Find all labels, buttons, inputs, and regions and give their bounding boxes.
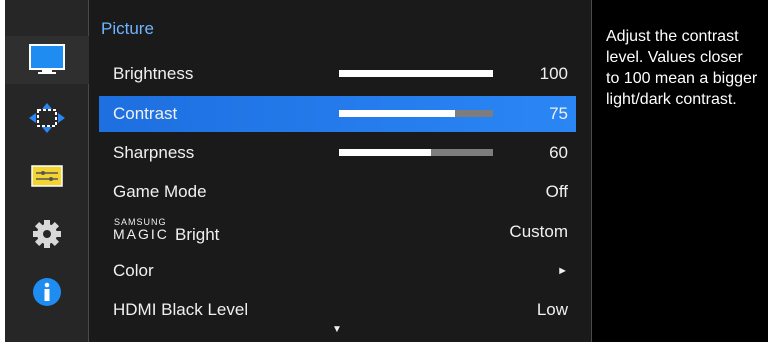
menu-item-value: Custom xyxy=(509,222,568,241)
help-panel: Adjust the contrast level. Values closer… xyxy=(592,0,768,342)
sidebar-item-onscreen-display[interactable] xyxy=(5,94,89,142)
menu-item-magic-bright[interactable]: SAMSUNG MAGIC Bright Custom xyxy=(99,214,576,250)
scroll-down-icon[interactable]: ▼ xyxy=(332,324,342,335)
menu-item-value: Off xyxy=(545,182,568,201)
brightness-level-fill xyxy=(339,70,493,77)
menu-item-label: HDMI Black Level xyxy=(113,300,249,319)
picture-menu: Picture Brightness 100 Contrast 75 Sharp… xyxy=(89,0,592,342)
submenu-arrow-icon: ► xyxy=(557,265,568,277)
sidebar xyxy=(5,0,89,342)
menu-item-label: Contrast xyxy=(113,104,178,123)
menu-title: Picture xyxy=(101,19,154,38)
menu-item-game-mode[interactable]: Game Mode Off xyxy=(99,174,576,210)
menu-item-hdmi-black-level[interactable]: HDMI Black Level Low xyxy=(99,292,576,328)
brightness-level-bar[interactable] xyxy=(339,70,493,77)
menu-item-label: Sharpness xyxy=(113,143,195,162)
menu-item-value: 60 xyxy=(549,143,568,162)
menu-item-brightness[interactable]: Brightness 100 xyxy=(99,56,576,92)
menu-item-contrast[interactable]: Contrast 75 xyxy=(99,96,576,132)
contrast-level-fill xyxy=(339,110,455,117)
sidebar-item-setup[interactable] xyxy=(5,152,89,200)
contrast-level-bar[interactable] xyxy=(339,110,493,117)
menu-item-value: 75 xyxy=(549,104,568,123)
menu-item-label: SAMSUNG MAGIC Bright xyxy=(113,217,220,245)
menu-item-value: Low xyxy=(536,300,568,319)
sidebar-item-picture[interactable] xyxy=(5,36,89,84)
sharpness-level-bar[interactable] xyxy=(339,149,493,156)
onscreen-display-icon xyxy=(29,103,65,133)
magic-logo: SAMSUNG MAGIC xyxy=(113,217,175,242)
menu-item-value: 100 xyxy=(539,64,568,83)
menu-item-label: Game Mode xyxy=(113,182,207,201)
sidebar-item-settings[interactable] xyxy=(5,210,89,258)
sharpness-level-fill xyxy=(339,149,432,156)
menu-item-label: Color xyxy=(113,261,154,280)
settings-gear-icon xyxy=(33,220,61,248)
sidebar-item-information[interactable] xyxy=(5,268,89,316)
menu-item-label: Brightness xyxy=(113,64,194,83)
information-icon xyxy=(33,278,61,306)
magic-logo-magic: MAGIC xyxy=(113,225,169,242)
menu-item-sharpness[interactable]: Sharpness 60 xyxy=(99,135,576,171)
magic-bright-label: Bright xyxy=(175,224,220,244)
setup-icon xyxy=(31,165,63,187)
menu-item-color[interactable]: Color ► xyxy=(99,253,576,289)
help-text: Adjust the contrast level. Values closer… xyxy=(606,28,758,108)
picture-icon xyxy=(29,44,65,74)
